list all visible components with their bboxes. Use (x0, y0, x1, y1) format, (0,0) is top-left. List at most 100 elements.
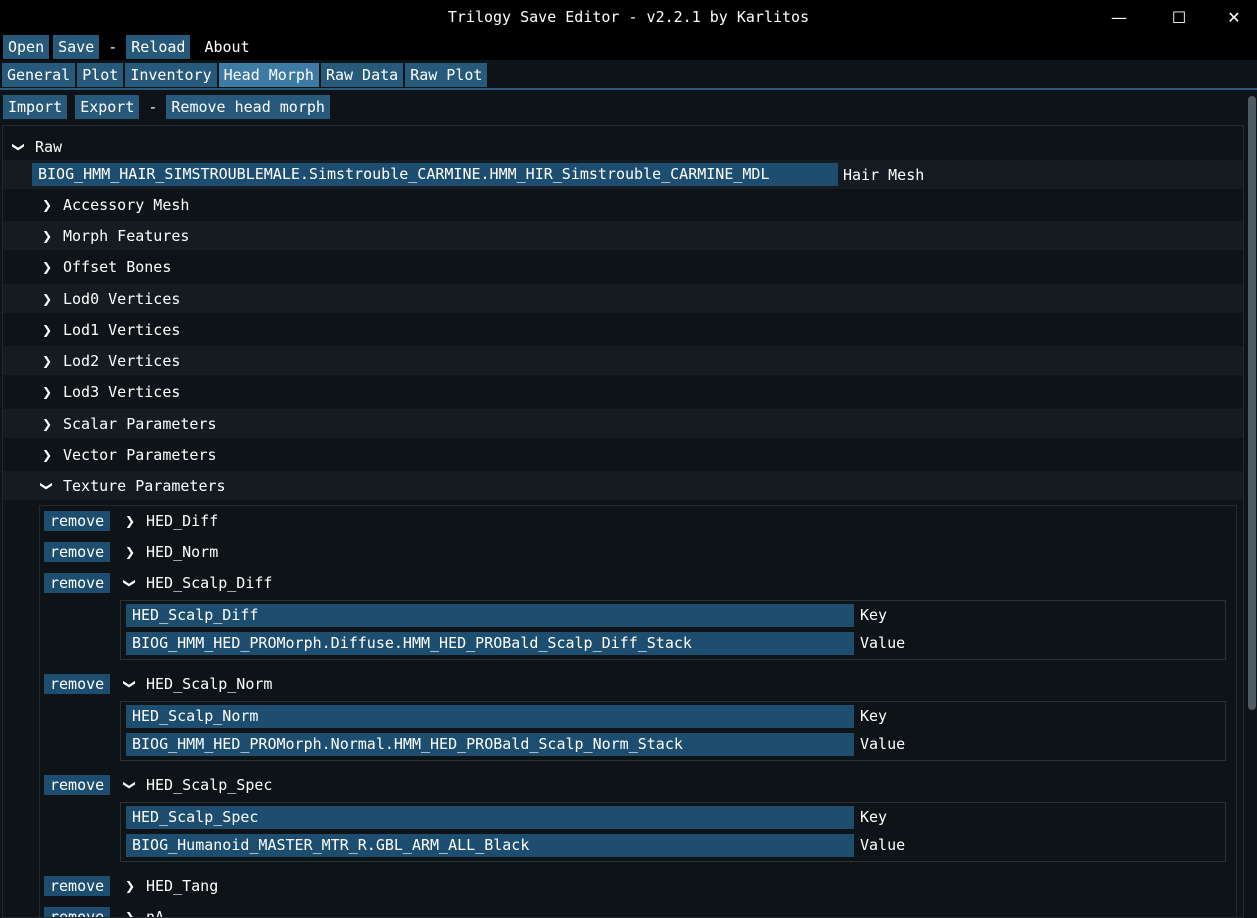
tree-node-vector-parameters[interactable]: ❯ Vector Parameters (3, 440, 1243, 469)
hair-mesh-input[interactable]: BIOG_HMM_HAIR_SIMSTROUBLEMALE.Simstroubl… (32, 163, 838, 186)
tree-node-lod3-vertices[interactable]: ❯ Lod3 Vertices (3, 377, 1243, 406)
value-input[interactable]: BIOG_HMM_HED_PROMorph.Normal.HMM_HED_PRO… (126, 733, 854, 756)
key-label: Key (860, 808, 888, 826)
texture-entry-panel: HED_Scalp_Norm Key BIOG_HMM_HED_PROMorph… (120, 701, 1226, 761)
tab-raw-plot[interactable]: Raw Plot (405, 63, 488, 87)
tree-node-label: Morph Features (63, 226, 190, 245)
tree-node-label: Raw (35, 137, 63, 156)
chevron-down-icon: ❯ (123, 577, 137, 588)
tree-node-morph-features[interactable]: ❯ Morph Features (3, 221, 1243, 250)
tree-node-label: Lod2 Vertices (63, 351, 181, 370)
texture-node-hed-norm[interactable]: ❯ HED_Norm (120, 537, 1120, 566)
texture-name: HED_Scalp_Diff (146, 573, 273, 592)
remove-button[interactable]: remove (44, 907, 111, 917)
hair-mesh-row: BIOG_HMM_HAIR_SIMSTROUBLEMALE.Simstroubl… (3, 160, 1243, 189)
tab-head-morph[interactable]: Head Morph (218, 63, 319, 87)
remove-button[interactable]: remove (44, 775, 111, 795)
remove-head-morph-button[interactable]: Remove head morph (166, 95, 330, 119)
export-button[interactable]: Export (75, 95, 140, 119)
texture-name: HED_Norm (146, 542, 219, 561)
tree-node-scalar-parameters[interactable]: ❯ Scalar Parameters (3, 409, 1243, 438)
tree-node-label: Scalar Parameters (63, 414, 217, 433)
tree-node-texture-parameters[interactable]: ❯ Texture Parameters (3, 471, 1243, 500)
chevron-right-icon: ❯ (41, 291, 53, 306)
chevron-right-icon: ❯ (41, 197, 53, 212)
chevron-right-icon: ❯ (41, 353, 53, 368)
tab-inventory[interactable]: Inventory (125, 63, 217, 87)
window-title: Trilogy Save Editor - v2.2.1 by Karlitos (447, 8, 810, 26)
value-label: Value (860, 836, 906, 854)
maximize-icon[interactable]: ☐ (1156, 0, 1202, 34)
about-menu[interactable]: About (196, 38, 257, 56)
tab-underline (0, 88, 1257, 90)
tree-node-lod2-vertices[interactable]: ❯ Lod2 Vertices (3, 346, 1243, 375)
chevron-down-icon: ❯ (12, 141, 26, 152)
tab-plot[interactable]: Plot (77, 63, 124, 87)
texture-name: nA (146, 907, 165, 918)
tree-node-lod1-vertices[interactable]: ❯ Lod1 Vertices (3, 315, 1243, 344)
tree-node-offset-bones[interactable]: ❯ Offset Bones (3, 252, 1243, 281)
tree-node-accessory-mesh[interactable]: ❯ Accessory Mesh (3, 190, 1243, 219)
hair-mesh-label: Hair Mesh (843, 165, 925, 184)
save-button[interactable]: Save (53, 35, 100, 59)
texture-name: HED_Scalp_Spec (146, 775, 273, 794)
tree-node-label: Offset Bones (63, 257, 172, 276)
chevron-right-icon: ❯ (41, 416, 53, 431)
texture-node-na[interactable]: ❯ nA (120, 902, 1120, 918)
chevron-right-icon: ❯ (124, 544, 136, 559)
key-input[interactable]: HED_Scalp_Spec (126, 806, 854, 829)
chevron-right-icon: ❯ (41, 228, 53, 243)
close-icon[interactable]: ✕ (1211, 0, 1257, 34)
key-input[interactable]: HED_Scalp_Diff (126, 604, 854, 627)
tree-node-lod0-vertices[interactable]: ❯ Lod0 Vertices (3, 284, 1243, 313)
texture-parameters-panel: remove ❯ HED_Diff remove ❯ HED_Norm remo… (39, 505, 1237, 918)
tab-bar: General Plot Inventory Head Morph Raw Da… (0, 62, 1257, 88)
texture-entry-panel: HED_Scalp_Spec Key BIOG_Humanoid_MASTER_… (120, 802, 1226, 862)
chevron-right-icon: ❯ (41, 384, 53, 399)
texture-node-hed-scalp-diff[interactable]: ❯ HED_Scalp_Diff (120, 568, 1120, 597)
remove-button[interactable]: remove (44, 876, 111, 896)
chevron-down-icon: ❯ (40, 480, 54, 491)
texture-node-hed-scalp-spec[interactable]: ❯ HED_Scalp_Spec (120, 770, 1120, 799)
chevron-right-icon: ❯ (124, 513, 136, 528)
value-label: Value (860, 634, 906, 652)
title-bar: Trilogy Save Editor - v2.2.1 by Karlitos… (0, 0, 1257, 34)
tab-raw-data[interactable]: Raw Data (320, 63, 404, 87)
value-input[interactable]: BIOG_HMM_HED_PROMorph.Diffuse.HMM_HED_PR… (126, 632, 854, 655)
texture-name: HED_Diff (146, 511, 219, 530)
chevron-down-icon: ❯ (123, 779, 137, 790)
texture-name: HED_Tang (146, 876, 219, 895)
chevron-right-icon: ❯ (124, 878, 136, 893)
minimize-icon[interactable]: — (1096, 0, 1142, 34)
chevron-right-icon: ❯ (41, 322, 53, 337)
tree-node-label: Texture Parameters (63, 476, 226, 495)
texture-node-hed-tang[interactable]: ❯ HED_Tang (120, 871, 1120, 900)
key-input[interactable]: HED_Scalp_Norm (126, 705, 854, 728)
tree-node-label: Lod1 Vertices (63, 320, 181, 339)
tab-general[interactable]: General (2, 63, 76, 87)
texture-name: HED_Scalp_Norm (146, 674, 273, 693)
reload-button[interactable]: Reload (126, 35, 191, 59)
head-morph-toolbar: Import Export - Remove head morph (0, 93, 1257, 121)
remove-button[interactable]: remove (44, 542, 111, 562)
value-label: Value (860, 735, 906, 753)
raw-tree-view: ❯ Raw BIOG_HMM_HAIR_SIMSTROUBLEMALE.Sims… (2, 125, 1244, 918)
remove-button[interactable]: remove (44, 573, 111, 593)
chevron-right-icon: ❯ (41, 259, 53, 274)
chevron-down-icon: ❯ (123, 678, 137, 689)
import-button[interactable]: Import (3, 95, 68, 119)
texture-node-hed-diff[interactable]: ❯ HED_Diff (120, 506, 1120, 535)
scrollbar-thumb[interactable] (1248, 96, 1256, 710)
open-button[interactable]: Open (3, 35, 50, 59)
tree-node-label: Accessory Mesh (63, 195, 190, 214)
remove-button[interactable]: remove (44, 511, 111, 531)
value-input[interactable]: BIOG_Humanoid_MASTER_MTR_R.GBL_ARM_ALL_B… (126, 834, 854, 857)
texture-node-hed-scalp-norm[interactable]: ❯ HED_Scalp_Norm (120, 669, 1120, 698)
tree-node-label: Lod3 Vertices (63, 382, 181, 401)
remove-button[interactable]: remove (44, 674, 111, 694)
menu-separator: - (108, 38, 118, 56)
tree-node-label: Vector Parameters (63, 445, 217, 464)
toolbar-separator: - (148, 98, 158, 116)
key-label: Key (860, 606, 888, 624)
tree-node-raw[interactable]: ❯ Raw (3, 132, 1243, 161)
